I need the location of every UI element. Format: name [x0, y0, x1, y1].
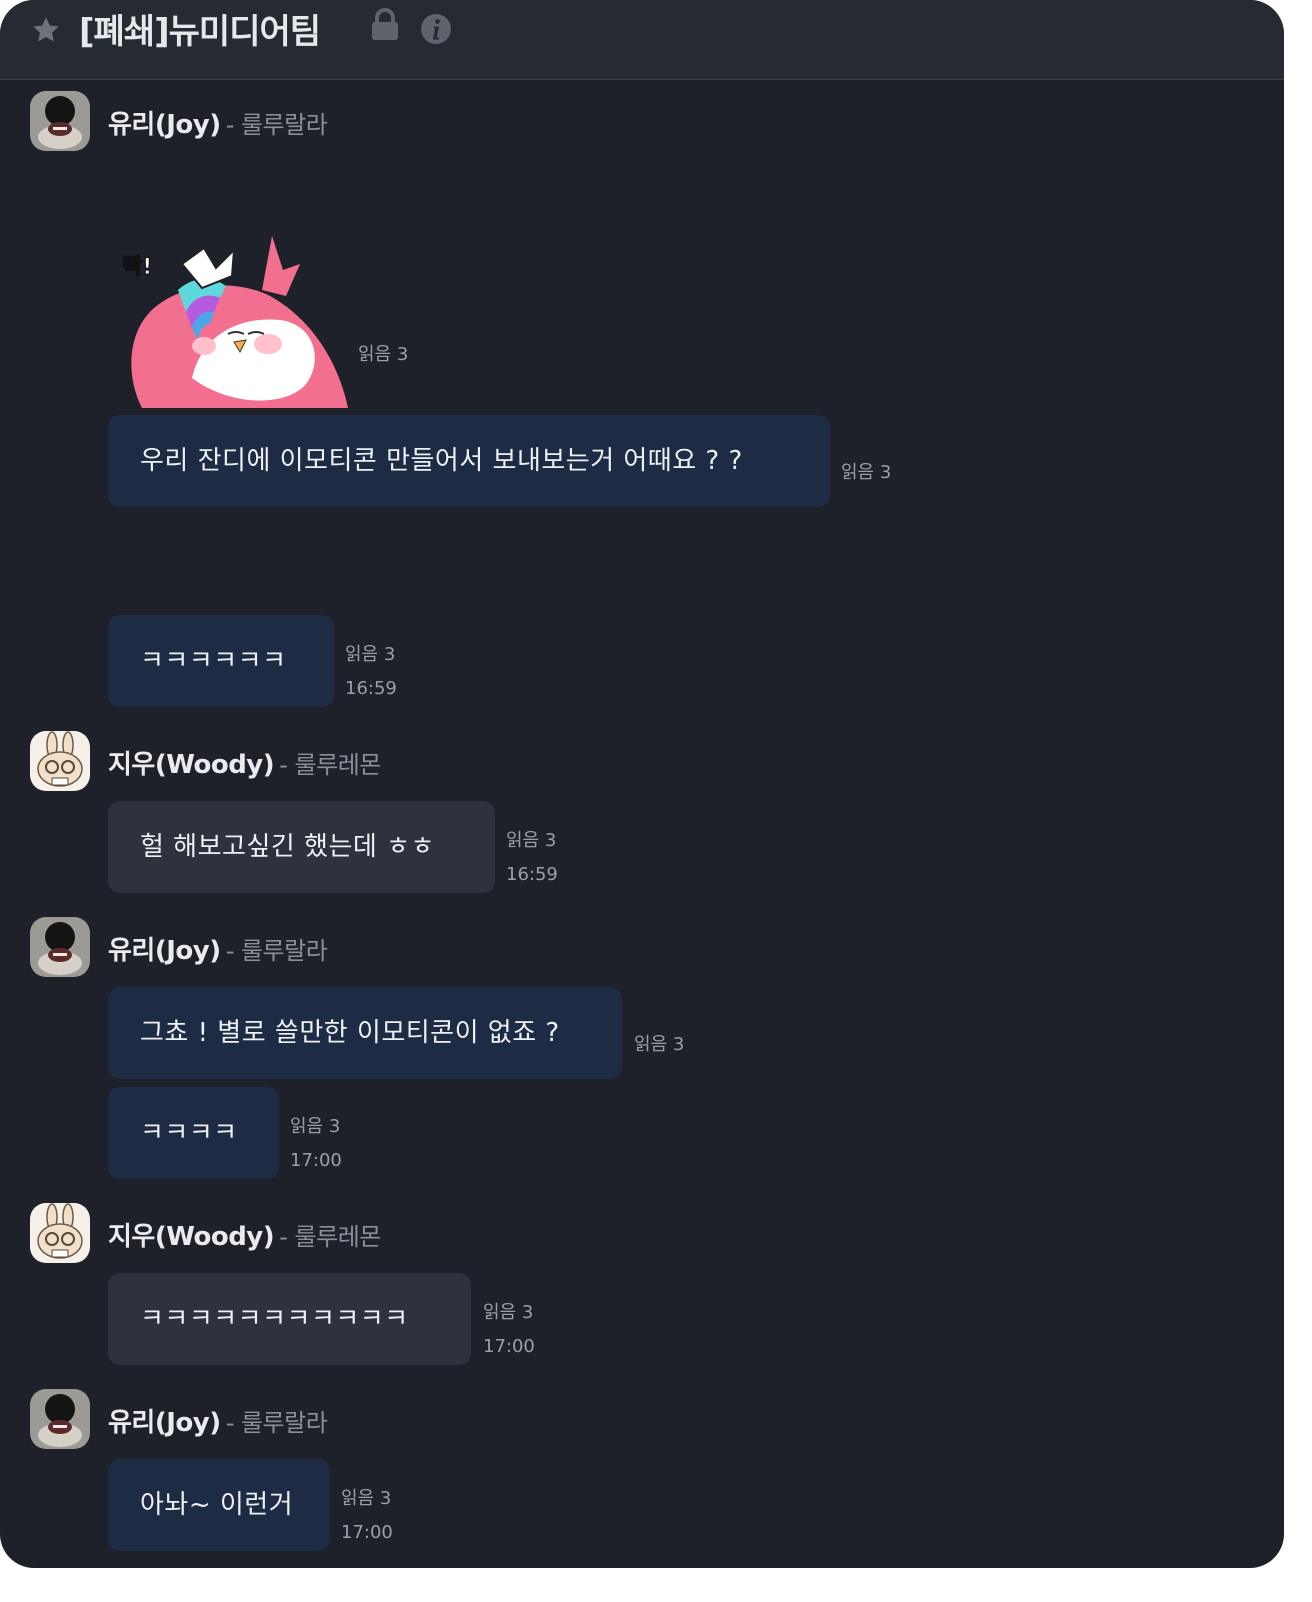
sender-name[interactable]: 유리(Joy) — [108, 936, 221, 966]
read-count: 읽음 3 — [341, 1488, 392, 1509]
info-icon[interactable] — [420, 13, 452, 45]
read-count: 읽음 3 — [634, 1034, 685, 1055]
avatar[interactable] — [30, 1389, 90, 1449]
message-bubble[interactable]: ㅋㅋㅋㅋ — [108, 1087, 279, 1179]
message-time: 17:00 — [341, 1522, 393, 1543]
message-bubble[interactable]: 헐 해보고싶긴 했는데 ㅎㅎ — [108, 801, 495, 893]
message-bubble[interactable]: 아놔~ 이런거 — [108, 1459, 330, 1551]
sender-name[interactable]: 지우(Woody) — [108, 1222, 275, 1252]
sender-status: - 룰루랄라 — [225, 111, 328, 139]
read-count: 읽음 3 — [290, 1116, 341, 1137]
avatar[interactable] — [30, 91, 90, 151]
message-time: 16:59 — [506, 864, 558, 885]
sticker-text: 빡! — [122, 255, 152, 280]
sender-name[interactable]: 유리(Joy) — [108, 1408, 221, 1438]
read-count: 읽음 3 — [506, 830, 557, 851]
message-time: 16:59 — [345, 678, 397, 699]
read-count: 읽음 3 — [345, 644, 396, 665]
sender-label: 유리(Joy) - 룰루랄라 — [108, 1402, 328, 1439]
sender-name[interactable]: 지우(Woody) — [108, 750, 275, 780]
message-bubble[interactable]: ㅋㅋㅋㅋㅋㅋㅋㅋㅋㅋㅋ — [108, 1273, 471, 1365]
sender-label: 유리(Joy) - 룰루랄라 — [108, 104, 328, 141]
sender-status: - 룰루레몬 — [279, 751, 381, 779]
sticker-image[interactable]: 빡! — [120, 230, 350, 408]
sender-label: 지우(Woody) - 룰루레몬 — [108, 1216, 381, 1253]
sender-status: - 룰루랄라 — [225, 1409, 328, 1437]
chat-header: [폐쇄]뉴미디어팀 — [0, 0, 1284, 80]
message-time: 17:00 — [483, 1336, 535, 1357]
avatar[interactable] — [30, 1203, 90, 1263]
read-count: 읽음 3 — [358, 344, 409, 365]
room-title: [폐쇄]뉴미디어팀 — [79, 12, 321, 52]
message-bubble[interactable]: 그쵸 ! 별로 쓸만한 이모티콘이 없죠 ? — [108, 987, 622, 1079]
message-bubble[interactable]: ㅋㅋㅋㅋㅋㅋ — [108, 615, 334, 707]
message-time: 17:00 — [290, 1150, 342, 1171]
star-icon[interactable] — [30, 14, 62, 46]
read-count: 읽음 3 — [841, 462, 892, 483]
sender-status: - 룰루레몬 — [279, 1223, 381, 1251]
lock-icon — [372, 8, 398, 40]
sender-name[interactable]: 유리(Joy) — [108, 110, 221, 140]
avatar[interactable] — [30, 731, 90, 791]
avatar[interactable] — [30, 917, 90, 977]
chat-window: [폐쇄]뉴미디어팀 유리(Joy) - 룰루랄라 빡! 읽음 3 우리 잔디에 … — [0, 0, 1284, 1568]
message-bubble[interactable]: 우리 잔디에 이모티콘 만들어서 보내보는거 어때요 ? ? — [108, 415, 830, 507]
sender-label: 유리(Joy) - 룰루랄라 — [108, 930, 328, 967]
read-count: 읽음 3 — [483, 1302, 534, 1323]
sender-label: 지우(Woody) - 룰루레몬 — [108, 744, 381, 781]
sender-status: - 룰루랄라 — [225, 937, 328, 965]
